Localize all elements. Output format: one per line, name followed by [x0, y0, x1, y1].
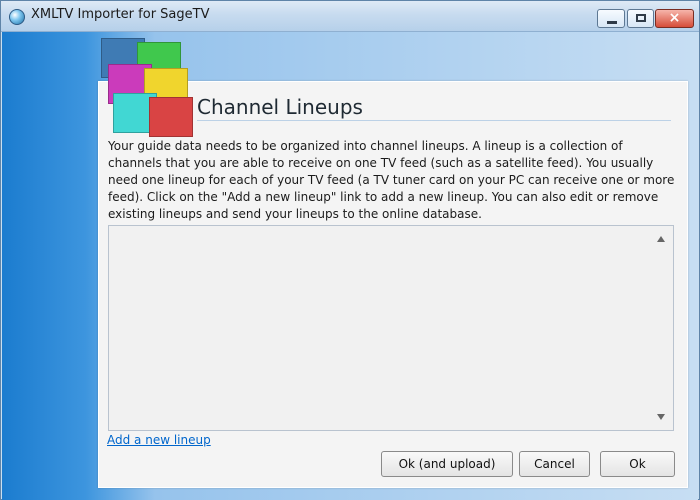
minimize-button[interactable] — [597, 9, 625, 28]
close-button[interactable]: × — [655, 9, 694, 28]
minimize-icon — [607, 21, 617, 24]
close-icon: × — [668, 10, 681, 26]
description-text: Your guide data needs to be organized in… — [108, 139, 675, 221]
maximize-icon — [636, 14, 646, 22]
maximize-button[interactable] — [627, 9, 654, 28]
add-new-lineup-link[interactable]: Add a new lineup — [107, 433, 211, 447]
ok-button[interactable]: Ok — [600, 451, 675, 477]
cancel-button[interactable]: Cancel — [519, 451, 590, 477]
scroll-down-icon[interactable] — [657, 414, 665, 420]
page-title: Channel Lineups — [197, 95, 363, 119]
title-divider — [197, 120, 671, 121]
application-window: XMLTV Importer for SageTV × Channel Line… — [0, 0, 700, 500]
title-bar[interactable]: XMLTV Importer for SageTV × — [1, 1, 699, 32]
scroll-up-icon[interactable] — [657, 236, 665, 242]
ok-and-upload-button[interactable]: Ok (and upload) — [381, 451, 513, 477]
lineup-list[interactable] — [108, 225, 674, 431]
red-cube — [149, 97, 193, 137]
xmltv-icon — [9, 9, 25, 25]
window-title: XMLTV Importer for SageTV — [31, 7, 210, 22]
